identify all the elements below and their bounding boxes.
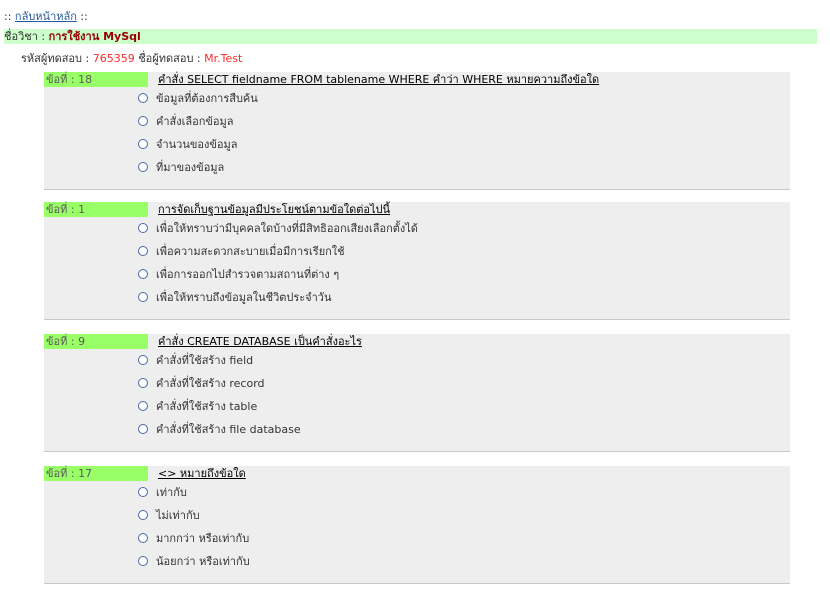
choice-option[interactable]: คำสั่งที่ใช้สร้าง table (44, 395, 790, 418)
choice-label: เท่ากับ (156, 486, 187, 499)
radio-button[interactable] (138, 269, 148, 279)
tester-name: Mr.Test (204, 52, 243, 65)
choice-label: คำสั่งเลือกข้อมูล (156, 115, 234, 128)
choice-label: คำสั่งที่ใช้สร้าง record (156, 377, 265, 390)
tester-code-label: รหัสผู้ทดสอบ : (21, 52, 93, 65)
radio-button[interactable] (138, 556, 148, 566)
choice-option[interactable]: มากกว่า หรือเท่ากับ (44, 527, 790, 550)
choice-label: เพื่อความสะดวกสะบายเมื่อมีการเรียกใช้ (156, 245, 345, 258)
choice-option[interactable]: ไม่เท่ากับ (44, 504, 790, 527)
nav-prefix: :: (4, 10, 15, 23)
divider (44, 583, 790, 584)
radio-button[interactable] (138, 355, 148, 365)
question-number: ข้อที่ : 9 (44, 334, 148, 349)
radio-button[interactable] (138, 223, 148, 233)
spacer (44, 573, 790, 583)
question-block: ข้อที่ : 17 <> หมายถึงข้อใด เท่ากับ ไม่เ… (44, 466, 790, 584)
divider (44, 189, 790, 190)
tester-name-label: ชื่อผู้ทดสอบ : (134, 52, 205, 65)
question-number: ข้อที่ : 17 (44, 466, 148, 481)
divider (44, 319, 790, 320)
home-link[interactable]: กลับหน้าหลัก (15, 10, 77, 23)
choice-option[interactable]: น้อยกว่า หรือเท่ากับ (44, 550, 790, 573)
choice-option[interactable]: เพื่อความสะดวกสะบายเมื่อมีการเรียกใช้ (44, 240, 790, 263)
choice-option[interactable]: คำสั่งเลือกข้อมูล (44, 110, 790, 133)
subject-name: การใช้งาน MySql (48, 30, 141, 43)
question-block: ข้อที่ : 18 คำสั่ง SELECT fieldname FROM… (44, 72, 790, 190)
choice-label: เพื่อให้ทราบว่ามีบุคคลใดบ้างที่มีสิทธิออ… (156, 222, 418, 235)
choice-label: ข้อมูลที่ต้องการสืบค้น (156, 92, 258, 105)
question-text: คำสั่ง SELECT fieldname FROM tablename W… (158, 73, 600, 86)
question-text: การจัดเก็บฐานข้อมูลมีประโยชน์ตามข้อใดต่อ… (158, 203, 391, 216)
choice-option[interactable]: จำนวนของข้อมูล (44, 133, 790, 156)
choice-label: น้อยกว่า หรือเท่ากับ (156, 555, 250, 568)
spacer (44, 309, 790, 319)
choice-label: คำสั่งที่ใช้สร้าง file database (156, 423, 301, 436)
question-number: ข้อที่ : 1 (44, 202, 148, 217)
radio-button[interactable] (138, 246, 148, 256)
spacer (44, 441, 790, 451)
radio-button[interactable] (138, 487, 148, 497)
question-header: ข้อที่ : 9 คำสั่ง CREATE DATABASE เป็นคำ… (44, 334, 790, 349)
choice-label: ไม่เท่ากับ (156, 509, 200, 522)
top-nav: :: กลับหน้าหลัก :: (4, 10, 88, 24)
radio-button[interactable] (138, 116, 148, 126)
choice-label: เพื่อการออกไปสำรวจตามสถานที่ต่าง ๆ (156, 268, 340, 281)
choice-option[interactable]: เพื่อให้ทราบว่ามีบุคคลใดบ้างที่มีสิทธิออ… (44, 217, 790, 240)
radio-button[interactable] (138, 510, 148, 520)
tester-info: รหัสผู้ทดสอบ : 765359 ชื่อผู้ทดสอบ : Mr.… (21, 52, 242, 66)
subject-bar: ชื่อวิชา : การใช้งาน MySql (4, 29, 817, 44)
choice-option[interactable]: เท่ากับ (44, 481, 790, 504)
spacer (44, 179, 790, 189)
tester-code: 765359 (92, 52, 135, 65)
subject-label: ชื่อวิชา : (4, 30, 49, 43)
question-number: ข้อที่ : 18 (44, 72, 148, 87)
choice-label: คำสั่งที่ใช้สร้าง field (156, 354, 254, 367)
radio-button[interactable] (138, 139, 148, 149)
choice-option[interactable]: คำสั่งที่ใช้สร้าง record (44, 372, 790, 395)
choice-option[interactable]: คำสั่งที่ใช้สร้าง file database (44, 418, 790, 441)
choice-label: จำนวนของข้อมูล (156, 138, 238, 151)
radio-button[interactable] (138, 378, 148, 388)
choice-option[interactable]: ข้อมูลที่ต้องการสืบค้น (44, 87, 790, 110)
choice-option[interactable]: ที่มาของข้อมูล (44, 156, 790, 179)
choice-label: ที่มาของข้อมูล (156, 161, 225, 174)
question-header: ข้อที่ : 1 การจัดเก็บฐานข้อมูลมีประโยชน์… (44, 202, 790, 217)
question-text: คำสั่ง CREATE DATABASE เป็นคำสั่งอะไร (158, 335, 362, 348)
choice-label: คำสั่งที่ใช้สร้าง table (156, 400, 258, 413)
radio-button[interactable] (138, 533, 148, 543)
radio-button[interactable] (138, 292, 148, 302)
divider (44, 451, 790, 452)
radio-button[interactable] (138, 401, 148, 411)
question-block: ข้อที่ : 9 คำสั่ง CREATE DATABASE เป็นคำ… (44, 334, 790, 452)
radio-button[interactable] (138, 93, 148, 103)
choice-label: เพื่อให้ทราบถึงข้อมูลในชีวิตประจำวัน (156, 291, 332, 304)
question-header: ข้อที่ : 17 <> หมายถึงข้อใด (44, 466, 790, 481)
choice-option[interactable]: คำสั่งที่ใช้สร้าง field (44, 349, 790, 372)
choice-option[interactable]: เพื่อให้ทราบถึงข้อมูลในชีวิตประจำวัน (44, 286, 790, 309)
question-header: ข้อที่ : 18 คำสั่ง SELECT fieldname FROM… (44, 72, 790, 87)
question-text: <> หมายถึงข้อใด (158, 467, 246, 480)
radio-button[interactable] (138, 424, 148, 434)
nav-suffix: :: (76, 10, 88, 23)
radio-button[interactable] (138, 162, 148, 172)
choice-option[interactable]: เพื่อการออกไปสำรวจตามสถานที่ต่าง ๆ (44, 263, 790, 286)
choice-label: มากกว่า หรือเท่ากับ (156, 532, 250, 545)
question-block: ข้อที่ : 1 การจัดเก็บฐานข้อมูลมีประโยชน์… (44, 202, 790, 320)
